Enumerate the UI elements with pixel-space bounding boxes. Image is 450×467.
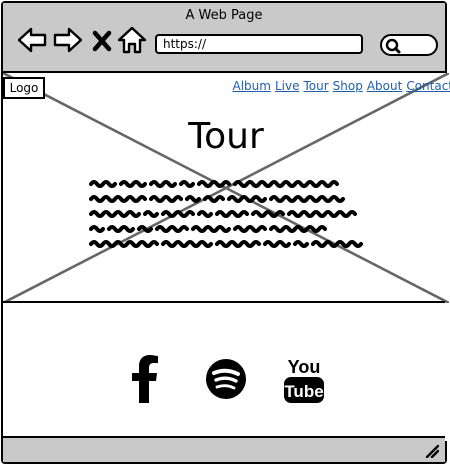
- search-box[interactable]: [380, 34, 438, 56]
- close-icon[interactable]: [89, 24, 115, 56]
- search-icon: [385, 38, 401, 54]
- back-arrow-icon[interactable]: [16, 24, 48, 56]
- svg-text:Tube: Tube: [284, 382, 323, 401]
- svg-text:You: You: [288, 357, 321, 377]
- forward-arrow-icon[interactable]: [52, 24, 84, 56]
- nav-link-shop[interactable]: Shop: [333, 79, 363, 93]
- nav-link-tour[interactable]: Tour: [303, 79, 328, 93]
- placeholder-text-block: [89, 180, 363, 248]
- page-title: Tour: [188, 116, 264, 157]
- status-bar: [3, 436, 445, 462]
- social-footer: You Tube: [3, 303, 449, 441]
- spotify-icon[interactable]: [206, 359, 246, 399]
- browser-window: A Web Page https:// Logo Album Live Tour…: [1, 1, 450, 464]
- nav-link-contact[interactable]: Contact: [406, 79, 450, 93]
- window-title: A Web Page: [185, 8, 263, 23]
- hero-section: Logo Album Live Tour Shop About Contact Tour: [3, 73, 450, 303]
- nav-link-album[interactable]: Album: [232, 79, 270, 93]
- facebook-icon[interactable]: [131, 355, 161, 403]
- nav-link-live[interactable]: Live: [275, 79, 300, 93]
- logo[interactable]: Logo: [3, 77, 45, 99]
- browser-toolbar: A Web Page https://: [3, 3, 445, 73]
- resize-grip-icon[interactable]: [423, 442, 439, 458]
- url-input[interactable]: https://: [155, 34, 363, 54]
- nav-link-about[interactable]: About: [367, 79, 402, 93]
- nav-links: Album Live Tour Shop About Contact: [228, 79, 450, 93]
- home-icon[interactable]: [116, 24, 148, 56]
- youtube-icon[interactable]: You Tube: [283, 355, 325, 405]
